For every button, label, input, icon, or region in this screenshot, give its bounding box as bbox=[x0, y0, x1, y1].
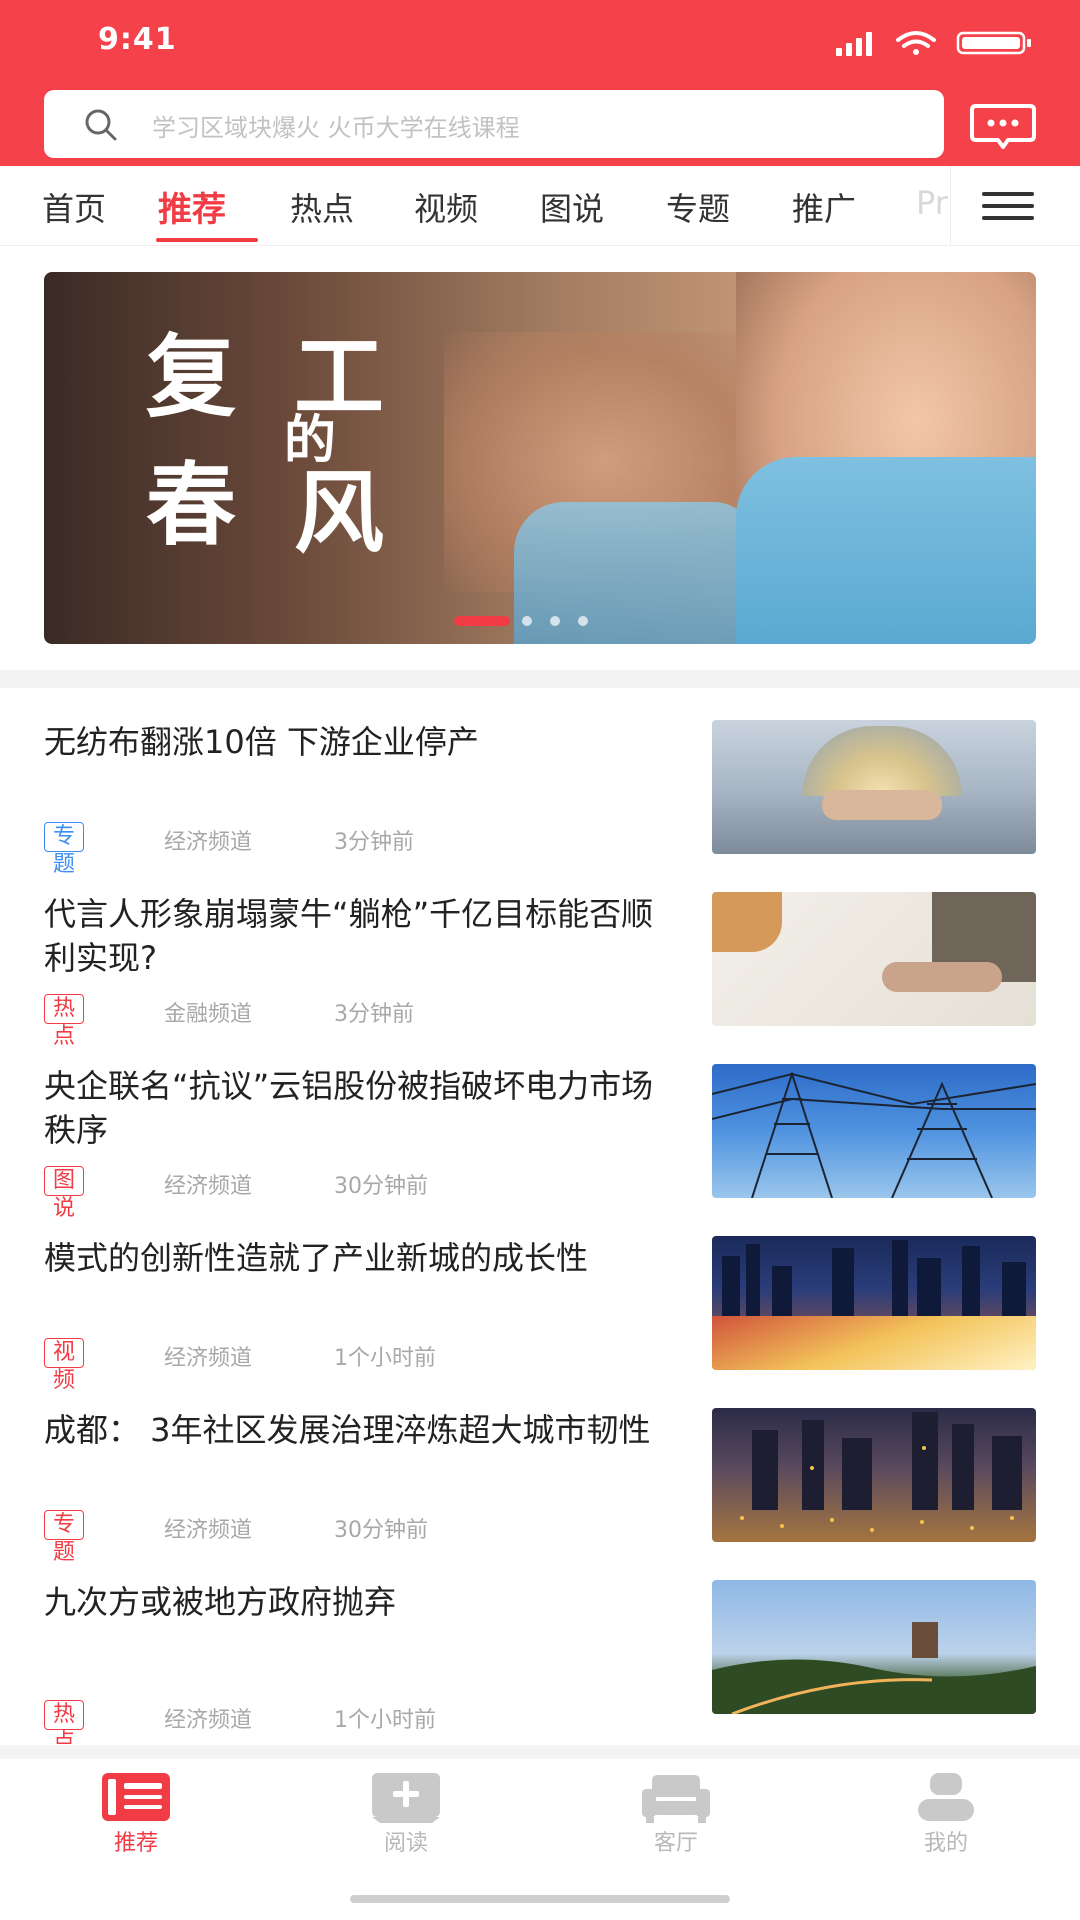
banner-title-char: 风 bbox=[294, 460, 384, 566]
profile-icon bbox=[918, 1773, 974, 1821]
tab-illustrated[interactable]: 图说 bbox=[540, 184, 604, 230]
news-item[interactable]: 成都： 3年社区发展治理淬炼超大城市韧性 专题 经济频道 30分钟前 bbox=[0, 1408, 1080, 1568]
read-plus-icon bbox=[372, 1773, 440, 1823]
bottom-tab-living-room[interactable]: 客厅 bbox=[576, 1759, 776, 1869]
news-thumbnail[interactable] bbox=[712, 1236, 1036, 1370]
news-title[interactable]: 央企联名“抗议”云铝股份被指破坏电力市场秩序 bbox=[44, 1064, 684, 1152]
banner-title-char: 复 bbox=[146, 324, 236, 430]
bottom-tab-read[interactable]: 阅读 bbox=[306, 1759, 506, 1869]
banner-image-mask-front bbox=[736, 457, 1036, 644]
home-indicator bbox=[350, 1895, 730, 1903]
app-header: 9:41 学习区域块爆火 火币大学在线课程 bbox=[0, 0, 1080, 166]
bottom-tab-label: 阅读 bbox=[383, 1831, 428, 1856]
news-title[interactable]: 模式的创新性造就了产业新城的成长性 bbox=[44, 1236, 684, 1280]
news-channel: 金融频道 bbox=[164, 1002, 253, 1027]
category-tabs: 首页 推荐 热点 视频 图说 专题 推广 Pr bbox=[0, 166, 1080, 246]
news-channel: 经济频道 bbox=[164, 1174, 253, 1199]
signal-icon bbox=[836, 32, 872, 56]
bottom-tab-recommend[interactable]: 推荐 bbox=[36, 1759, 236, 1869]
menu-icon[interactable] bbox=[980, 190, 1036, 222]
bottom-tab-profile[interactable]: 我的 bbox=[846, 1759, 1046, 1869]
news-title[interactable]: 无纺布翻涨10倍 下游企业停产 bbox=[44, 720, 684, 764]
search-icon bbox=[85, 109, 117, 141]
news-time: 1个小时前 bbox=[334, 1346, 436, 1371]
news-time: 30分钟前 bbox=[334, 1518, 428, 1543]
news-thumbnail[interactable] bbox=[712, 1064, 1036, 1198]
news-title[interactable]: 九次方或被地方政府抛弃 bbox=[44, 1580, 684, 1624]
sofa-icon bbox=[642, 1775, 710, 1823]
news-item[interactable]: 模式的创新性造就了产业新城的成长性 视频 经济频道 1个小时前 bbox=[0, 1236, 1080, 1396]
bottom-tab-label: 推荐 bbox=[113, 1831, 158, 1856]
status-icons bbox=[836, 31, 1031, 56]
banner-title-char: 春 bbox=[146, 452, 236, 558]
status-time: 9:41 bbox=[98, 22, 177, 57]
news-item[interactable]: 代言人形象崩塌蒙牛“躺枪”千亿目标能否顺利实现? 热点 金融频道 3分钟前 bbox=[0, 892, 1080, 1052]
news-time: 3分钟前 bbox=[334, 830, 414, 855]
message-icon[interactable] bbox=[970, 102, 1036, 152]
tab-divider bbox=[950, 166, 951, 246]
news-channel: 经济频道 bbox=[164, 830, 253, 855]
tab-video[interactable]: 视频 bbox=[414, 184, 478, 230]
tab-recommend[interactable]: 推荐 bbox=[158, 182, 226, 231]
search-placeholder: 学习区域块爆火 火币大学在线课程 bbox=[152, 114, 520, 142]
news-tag: 专题 bbox=[44, 1510, 85, 1565]
wifi-icon bbox=[896, 31, 936, 55]
tab-pr[interactable]: Pr bbox=[916, 184, 948, 222]
tab-home[interactable]: 首页 bbox=[42, 184, 106, 230]
news-tag: 视频 bbox=[44, 1338, 85, 1393]
carousel-dot[interactable] bbox=[550, 616, 560, 626]
news-thumbnail[interactable] bbox=[712, 892, 1036, 1026]
carousel-dot-active[interactable] bbox=[454, 616, 510, 626]
news-thumbnail[interactable] bbox=[712, 1408, 1036, 1542]
news-tag: 热点 bbox=[44, 1700, 85, 1755]
news-thumbnail[interactable] bbox=[712, 720, 1036, 854]
news-title[interactable]: 成都： 3年社区发展治理淬炼超大城市韧性 bbox=[44, 1408, 684, 1452]
carousel-dot[interactable] bbox=[522, 616, 532, 626]
bottom-divider bbox=[0, 1745, 1080, 1759]
news-time: 30分钟前 bbox=[334, 1174, 428, 1199]
news-title[interactable]: 代言人形象崩塌蒙牛“躺枪”千亿目标能否顺利实现? bbox=[44, 892, 684, 980]
news-tag: 图说 bbox=[44, 1166, 85, 1221]
news-thumbnail[interactable] bbox=[712, 1580, 1036, 1714]
news-item[interactable]: 央企联名“抗议”云铝股份被指破坏电力市场秩序 图说 经济频道 30分钟前 bbox=[0, 1064, 1080, 1224]
section-divider bbox=[0, 670, 1080, 688]
news-channel: 经济频道 bbox=[164, 1518, 253, 1543]
active-tab-indicator bbox=[156, 238, 258, 242]
bottom-tab-label: 我的 bbox=[923, 1831, 968, 1856]
banner-carousel[interactable]: 复 工 的 春 风 bbox=[44, 272, 1036, 644]
news-tag: 热点 bbox=[44, 994, 85, 1049]
news-tag: 专题 bbox=[44, 822, 85, 877]
news-channel: 经济频道 bbox=[164, 1708, 253, 1733]
carousel-dot[interactable] bbox=[578, 616, 588, 626]
tab-hot[interactable]: 热点 bbox=[290, 184, 354, 230]
tab-promotion[interactable]: 推广 bbox=[792, 184, 856, 230]
news-icon bbox=[102, 1773, 170, 1821]
search-bar[interactable]: 学习区域块爆火 火币大学在线课程 bbox=[44, 90, 944, 158]
battery-icon bbox=[956, 31, 1031, 55]
news-channel: 经济频道 bbox=[164, 1346, 253, 1371]
news-time: 3分钟前 bbox=[334, 1002, 414, 1027]
bottom-tab-label: 客厅 bbox=[653, 1831, 698, 1856]
news-item[interactable]: 九次方或被地方政府抛弃 热点 经济频道 1个小时前 bbox=[0, 1580, 1080, 1755]
news-time: 1个小时前 bbox=[334, 1708, 436, 1733]
news-item[interactable]: 无纺布翻涨10倍 下游企业停产 专题 经济频道 3分钟前 bbox=[0, 720, 1080, 880]
tab-topic[interactable]: 专题 bbox=[666, 184, 730, 230]
